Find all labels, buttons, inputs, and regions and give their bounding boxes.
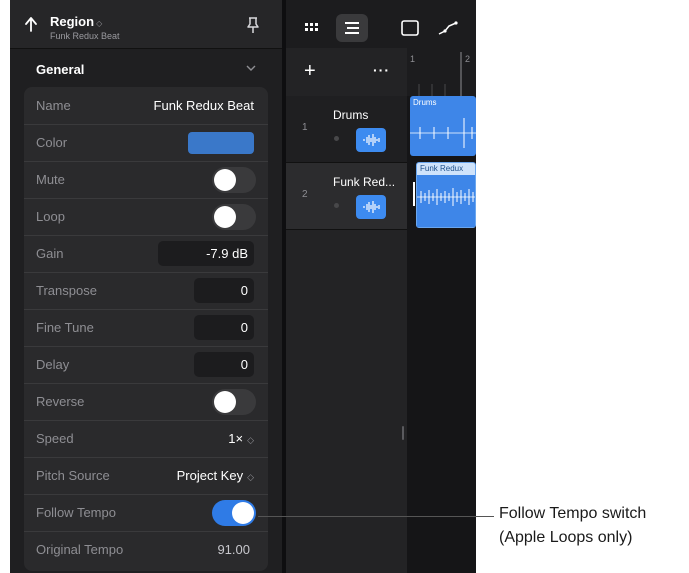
delay-label: Delay	[36, 357, 70, 372]
audio-waveform-icon	[356, 128, 386, 152]
logic-screenshot: Region ◇ Funk Redux Beat General Name Fun…	[10, 0, 476, 573]
ruler-ticks	[418, 52, 462, 96]
callout-text-line2: (Apple Loops only)	[499, 529, 633, 546]
drums-region[interactable]: Drums	[410, 96, 476, 156]
window-button[interactable]	[394, 14, 426, 42]
grid-icon	[305, 23, 318, 31]
delay-row: Delay 0	[24, 346, 268, 384]
automation-button[interactable]	[432, 14, 464, 42]
name-label: Name	[36, 98, 71, 113]
grid-view-button[interactable]	[296, 14, 328, 42]
follow-tempo-toggle[interactable]	[212, 500, 256, 526]
fine-tune-row: Fine Tune 0	[24, 309, 268, 347]
inspector-subtitle: Funk Redux Beat	[50, 31, 120, 41]
callout-text-line1: Follow Tempo switch	[499, 505, 647, 522]
toggle-knob	[214, 391, 236, 413]
tracks-area: + ··· 1 Drums 2 Funk Red... 1 2 Drums Fu…	[286, 0, 476, 573]
pin-icon[interactable]	[246, 16, 260, 34]
toggle-knob	[232, 502, 254, 524]
callout-line	[258, 516, 494, 517]
track-header-1[interactable]: 1 Drums	[286, 96, 407, 163]
speed-row: Speed 1× ◇	[24, 420, 268, 458]
more-button[interactable]: ···	[373, 62, 390, 78]
chevron-down-icon	[246, 65, 256, 71]
region-body	[417, 175, 475, 227]
speed-label: Speed	[36, 431, 74, 446]
track-header-2[interactable]: 2 Funk Red...	[286, 163, 407, 230]
pitch-source-label: Pitch Source	[36, 468, 110, 483]
mute-row: Mute	[24, 161, 268, 199]
track-number: 2	[302, 189, 308, 200]
toggle-knob	[214, 169, 236, 191]
gain-field[interactable]: -7.9 dB	[158, 241, 254, 266]
audio-waveform-icon	[356, 195, 386, 219]
track-name: Drums	[333, 108, 369, 122]
original-tempo-row: Original Tempo 91.00	[24, 531, 268, 568]
follow-tempo-row: Follow Tempo	[24, 494, 268, 532]
toggle-knob	[214, 206, 236, 228]
loop-toggle[interactable]	[212, 204, 256, 230]
pitch-source-value: Project Key	[176, 468, 244, 483]
track-dot-icon	[334, 203, 339, 208]
up-down-chevron-icon: ◇	[247, 472, 254, 482]
general-section-header[interactable]: General	[10, 52, 282, 86]
reverse-toggle[interactable]	[212, 389, 256, 415]
back-arrow-icon[interactable]	[22, 14, 40, 34]
follow-tempo-label: Follow Tempo	[36, 505, 116, 520]
track-number: 1	[302, 122, 308, 133]
region-inspector: Region ◇ Funk Redux Beat General Name Fun…	[10, 0, 282, 573]
track-dot-icon	[334, 136, 339, 141]
tracks-toolbar	[286, 8, 476, 44]
transpose-row: Transpose 0	[24, 272, 268, 310]
add-track-button[interactable]: +	[304, 60, 316, 83]
reverse-label: Reverse	[36, 394, 85, 409]
color-row: Color	[24, 124, 268, 162]
up-down-chevron-icon: ◇	[247, 435, 254, 445]
color-label: Color	[36, 135, 68, 150]
general-parameters: Name Funk Redux Beat Color Mute Loop Gai…	[24, 87, 268, 571]
inspector-title-text: Region	[50, 14, 95, 29]
region-label: Funk Redux	[420, 164, 464, 173]
funk-redux-region[interactable]: Funk Redux	[416, 162, 476, 228]
speed-value: 1×	[228, 431, 244, 446]
region-trim-handle[interactable]	[413, 182, 415, 206]
funk-waveform	[417, 188, 475, 206]
loop-row: Loop	[24, 198, 268, 236]
track-name: Funk Red...	[333, 175, 396, 189]
tracks-view-button[interactable]	[336, 14, 368, 42]
resize-handle[interactable]	[402, 426, 404, 440]
name-value[interactable]: Funk Redux Beat	[154, 98, 254, 113]
timeline-ruler[interactable]: 1 2	[407, 48, 476, 96]
delay-field[interactable]: 0	[194, 352, 254, 377]
transpose-label: Transpose	[36, 283, 97, 298]
drums-waveform	[410, 118, 476, 148]
inspector-header: Region ◇ Funk Redux Beat	[10, 0, 282, 49]
window-icon	[401, 20, 419, 36]
automation-icon	[438, 21, 458, 35]
mute-toggle[interactable]	[212, 167, 256, 193]
original-tempo-label: Original Tempo	[36, 542, 124, 557]
mute-label: Mute	[36, 172, 65, 187]
general-section-label: General	[36, 62, 85, 77]
tracks-view-icon	[345, 22, 359, 34]
speed-selector[interactable]: 1× ◇	[228, 431, 254, 446]
inspector-title[interactable]: Region ◇	[50, 14, 102, 29]
name-row: Name Funk Redux Beat	[24, 87, 268, 125]
pitch-source-selector[interactable]: Project Key ◇	[177, 468, 254, 483]
fine-tune-field[interactable]: 0	[194, 315, 254, 340]
original-tempo-value: 91.00	[217, 542, 250, 557]
gain-row: Gain -7.9 dB	[24, 235, 268, 273]
gain-label: Gain	[36, 246, 64, 261]
pitch-source-row: Pitch Source Project Key ◇	[24, 457, 268, 495]
color-swatch[interactable]	[188, 132, 254, 154]
fine-tune-label: Fine Tune	[36, 320, 94, 335]
title-chevron-icon: ◇	[96, 19, 103, 28]
loop-label: Loop	[36, 209, 65, 224]
transpose-field[interactable]: 0	[194, 278, 254, 303]
reverse-row: Reverse	[24, 383, 268, 421]
